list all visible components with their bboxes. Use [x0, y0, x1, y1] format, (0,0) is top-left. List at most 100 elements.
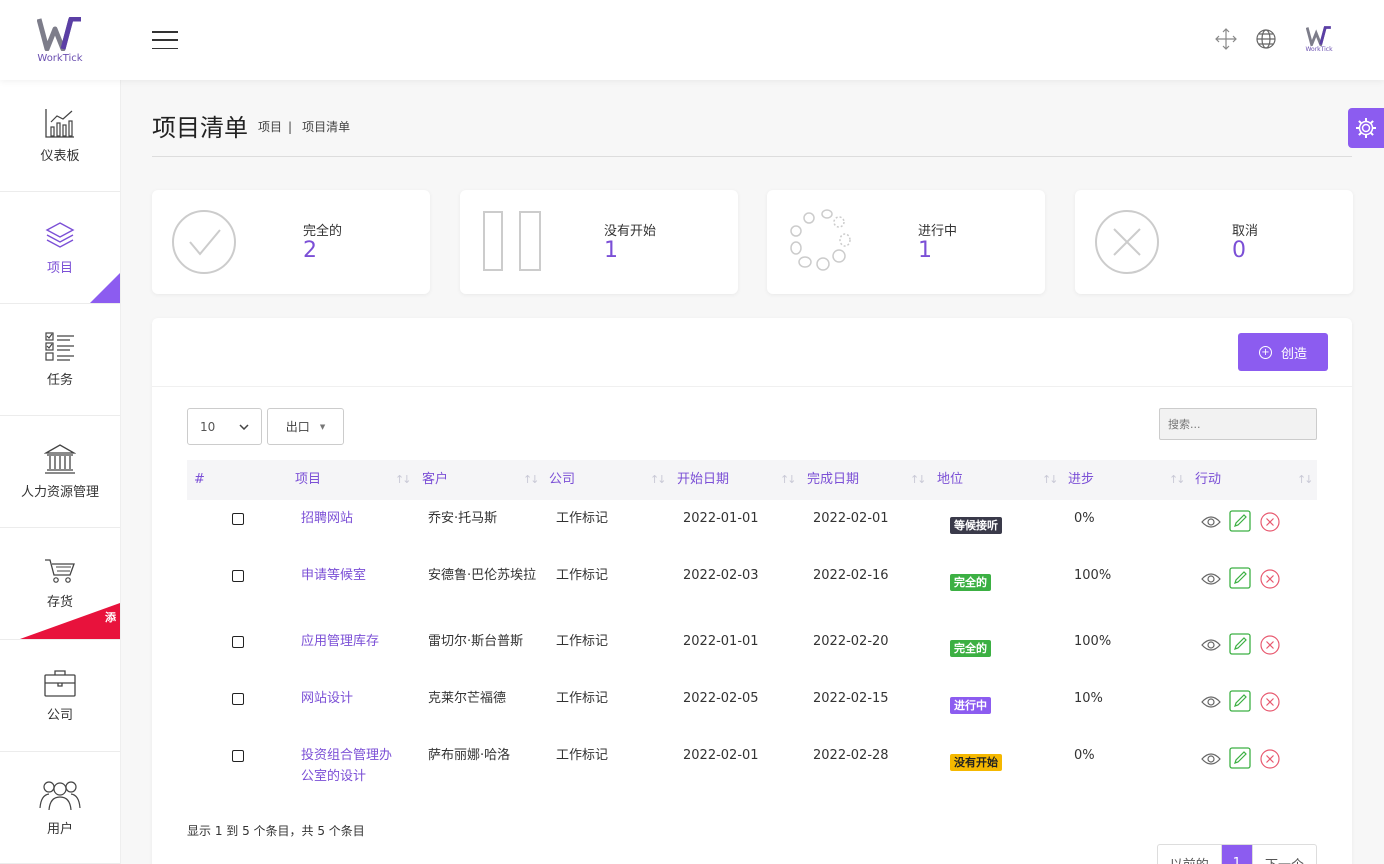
spinner-icon [790, 209, 851, 271]
stat-label-not-started: 没有开始 [604, 224, 657, 239]
project-link[interactable]: 应用管理库存 [301, 631, 401, 652]
sort-icon[interactable]: ↑↓ [910, 460, 927, 500]
col-header-progress[interactable]: 进步 [1068, 460, 1094, 500]
page-length-value: 10 [200, 419, 216, 434]
edit-button[interactable] [1229, 633, 1251, 655]
edit-button[interactable] [1229, 690, 1251, 712]
delete-button[interactable] [1259, 748, 1281, 770]
stat-value-cancelled: 0 [1232, 238, 1246, 263]
start-date-cell: 2022-02-01 [683, 748, 759, 763]
company-cell: 工作标记 [556, 634, 609, 649]
sort-icon[interactable]: ↑↓ [523, 460, 540, 500]
start-date-cell: 2022-01-01 [683, 511, 759, 526]
delete-button[interactable] [1259, 568, 1281, 590]
projects-panel: + 创造 10 出口 ▼ # 项目 ↑↓ 客户 ↑↓ 公司 ↑↓ 开始日期 ↑↓… [152, 318, 1352, 864]
sort-icon[interactable]: ↑↓ [395, 460, 412, 500]
sidebar-item-users[interactable]: 用户 [0, 752, 120, 864]
company-cell: 工作标记 [556, 568, 609, 583]
page-title: 项目清单 [152, 114, 248, 142]
col-header-status[interactable]: 地位 [937, 460, 963, 500]
view-button[interactable] [1200, 634, 1222, 656]
row-checkbox[interactable] [232, 750, 244, 762]
sidebar-item-dashboard[interactable]: 仪表板 [0, 80, 120, 192]
eye-icon [1201, 516, 1221, 528]
pagination-page-1[interactable]: 1 [1221, 845, 1253, 864]
hamburger-menu-button[interactable] [152, 31, 178, 49]
stat-label-completed: 完全的 [303, 224, 343, 239]
sort-icon[interactable]: ↑↓ [1297, 460, 1314, 500]
view-button[interactable] [1200, 568, 1222, 590]
sort-icon[interactable]: ↑↓ [1042, 460, 1059, 500]
caret-down-icon: ▼ [319, 422, 326, 431]
sort-icon[interactable]: ↑↓ [1169, 460, 1186, 500]
pagination: 以前的 1 下一个 [1156, 844, 1317, 864]
project-link[interactable]: 招聘网站 [301, 508, 401, 529]
move-arrows-icon[interactable] [1215, 28, 1237, 50]
page-length-select[interactable]: 10 [187, 408, 262, 445]
breadcrumb-projects[interactable]: 项目 [258, 120, 282, 134]
sidebar-label-companies: 公司 [46, 708, 73, 723]
view-button[interactable] [1200, 691, 1222, 713]
col-header-client[interactable]: 客户 [422, 460, 448, 500]
delete-button[interactable] [1259, 511, 1281, 533]
eye-icon [1201, 639, 1221, 651]
sidebar-item-tasks[interactable]: 任务 [0, 304, 120, 416]
sidebar-item-companies[interactable]: 公司 [0, 640, 120, 752]
project-link[interactable]: 投资组合管理办公室的设计 [301, 745, 401, 787]
pagination-next[interactable]: 下一个 [1253, 845, 1316, 864]
edit-icon [1229, 510, 1251, 532]
progress-cell: 100% [1074, 568, 1112, 583]
sort-icon[interactable]: ↑↓ [650, 460, 667, 500]
settings-tab[interactable] [1348, 108, 1384, 148]
sidebar-item-inventory[interactable]: 存货 添 [0, 528, 120, 640]
col-header-actions[interactable]: 行动 [1195, 460, 1221, 500]
client-cell: 克莱尔芒福德 [428, 691, 507, 706]
progress-cell: 10% [1074, 691, 1103, 706]
close-circle-icon [1260, 692, 1280, 712]
checklist-icon [45, 332, 74, 361]
delete-button[interactable] [1259, 691, 1281, 713]
stat-card-not-started: 没有开始 1 [460, 190, 738, 294]
export-label: 出口 [285, 420, 310, 434]
view-button[interactable] [1200, 748, 1222, 770]
sort-icon[interactable]: ↑↓ [780, 460, 797, 500]
globe-icon[interactable] [1255, 28, 1277, 50]
sidebar-item-hr[interactable]: 人力资源管理 [0, 416, 120, 528]
col-header-project[interactable]: 项目 [295, 460, 321, 500]
col-header-start-date[interactable]: 开始日期 [677, 460, 729, 500]
row-checkbox[interactable] [232, 570, 244, 582]
row-checkbox[interactable] [232, 513, 244, 525]
sidebar-label-users: 用户 [46, 822, 73, 837]
client-cell: 萨布丽娜·哈洛 [428, 748, 511, 763]
delete-button[interactable] [1259, 634, 1281, 656]
edit-button[interactable] [1229, 510, 1251, 532]
sidebar-item-projects[interactable]: 项目 [0, 192, 120, 304]
view-button[interactable] [1200, 511, 1222, 533]
project-link[interactable]: 申请等候室 [301, 565, 401, 586]
edit-button[interactable] [1229, 567, 1251, 589]
export-button[interactable]: 出口 ▼ [267, 408, 344, 445]
status-badge: 没有开始 [950, 754, 1002, 771]
close-circle-icon [1260, 569, 1280, 589]
row-checkbox[interactable] [232, 636, 244, 648]
table-header: # 项目 ↑↓ 客户 ↑↓ 公司 ↑↓ 开始日期 ↑↓ 完成日期 ↑↓ 地位 ↑… [187, 460, 1317, 500]
col-header-company[interactable]: 公司 [549, 460, 575, 500]
eye-icon [1201, 573, 1221, 585]
user-avatar[interactable]: WorkTick [1303, 26, 1335, 56]
client-cell: 乔安·托马斯 [428, 511, 498, 526]
search-input[interactable] [1159, 408, 1317, 440]
close-circle-icon [1260, 749, 1280, 769]
col-header-index[interactable]: # [194, 460, 205, 500]
row-checkbox[interactable] [232, 693, 244, 705]
status-badge: 完全的 [950, 640, 991, 657]
col-header-end-date[interactable]: 完成日期 [807, 460, 859, 500]
end-date-cell: 2022-02-16 [813, 568, 889, 583]
stat-label-cancelled: 取消 [1232, 224, 1259, 239]
pagination-prev[interactable]: 以前的 [1158, 845, 1222, 864]
edit-button[interactable] [1229, 747, 1251, 769]
app-logo[interactable]: WorkTick [0, 0, 120, 80]
create-button[interactable]: + 创造 [1238, 333, 1328, 371]
project-link[interactable]: 网站设计 [301, 688, 401, 709]
chevron-down-icon [239, 423, 249, 430]
layers-icon [45, 222, 75, 248]
